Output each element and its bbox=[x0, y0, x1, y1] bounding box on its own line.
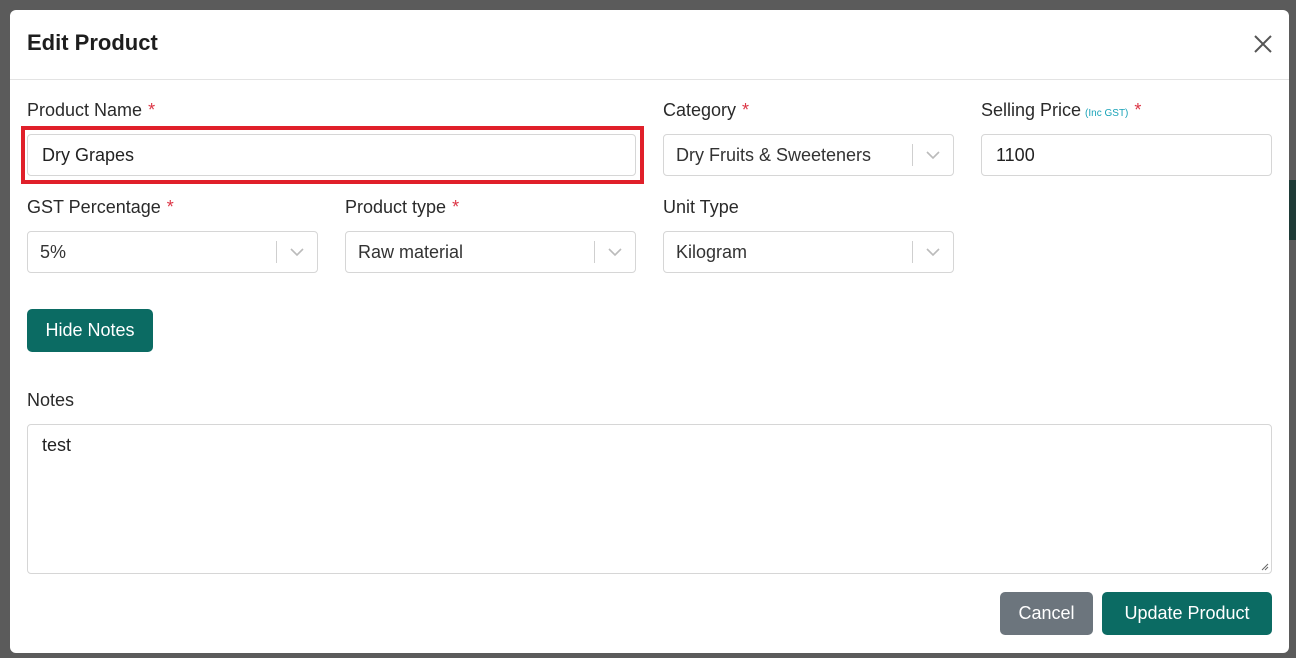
product-type-select[interactable]: Raw material bbox=[345, 231, 636, 273]
required-mark: * bbox=[742, 100, 750, 120]
chevron-down-icon[interactable] bbox=[607, 245, 623, 259]
product-type-label: Product type * bbox=[345, 197, 459, 218]
cancel-button[interactable]: Cancel bbox=[1000, 592, 1093, 635]
product-name-label-text: Product Name bbox=[27, 100, 143, 120]
chevron-down-icon[interactable] bbox=[289, 245, 305, 259]
unit-type-selected-value: Kilogram bbox=[676, 242, 748, 262]
required-mark: * bbox=[452, 197, 460, 217]
update-product-button[interactable]: Update Product bbox=[1102, 592, 1272, 635]
notes-label: Notes bbox=[27, 390, 75, 410]
gst-percentage-label-text: GST Percentage bbox=[27, 197, 161, 217]
selling-price-value: 1100 bbox=[996, 145, 1035, 165]
notes-value: test bbox=[42, 435, 72, 455]
unit-type-select[interactable]: Kilogram bbox=[663, 231, 954, 273]
highlight-box bbox=[21, 126, 644, 184]
required-mark: * bbox=[148, 100, 156, 120]
required-mark: * bbox=[166, 197, 174, 217]
product-type-label-text: Product type bbox=[345, 197, 447, 217]
category-select[interactable]: Dry Fruits & Sweeteners bbox=[663, 134, 954, 176]
unit-type-label-text: Unit Type bbox=[663, 197, 739, 217]
select-separator bbox=[594, 241, 595, 263]
inc-gst-note: (Inc GST) bbox=[1085, 108, 1129, 119]
select-separator bbox=[912, 144, 913, 166]
chevron-down-icon[interactable] bbox=[925, 148, 941, 162]
required-mark: * bbox=[1134, 100, 1142, 120]
selling-price-label: Selling Price (Inc GST) * bbox=[981, 100, 1141, 121]
category-label-text: Category bbox=[663, 100, 737, 120]
notes-textarea[interactable]: test bbox=[27, 424, 1272, 574]
chevron-down-icon[interactable] bbox=[925, 245, 941, 259]
category-label: Category * bbox=[663, 100, 749, 121]
select-separator bbox=[912, 241, 913, 263]
product-name-label: Product Name * bbox=[27, 100, 155, 121]
selling-price-label-text: Selling Price bbox=[981, 100, 1082, 120]
edit-product-modal: Edit Product Product Name * Dry Grapes Ca… bbox=[10, 10, 1289, 653]
product-type-selected-value: Raw material bbox=[358, 242, 464, 262]
gst-percentage-label: GST Percentage * bbox=[27, 197, 174, 218]
hide-notes-button[interactable]: Hide Notes bbox=[27, 309, 153, 352]
selling-price-input[interactable]: 1100 bbox=[981, 134, 1272, 176]
gst-selected-value: 5% bbox=[40, 242, 67, 262]
close-icon[interactable] bbox=[1251, 32, 1275, 56]
select-separator bbox=[276, 241, 277, 263]
unit-type-label: Unit Type bbox=[663, 197, 739, 218]
modal-title: Edit Product bbox=[27, 30, 158, 55]
modal-header: Edit Product bbox=[10, 10, 1289, 80]
resize-handle-icon[interactable] bbox=[1259, 561, 1269, 571]
category-selected-value: Dry Fruits & Sweeteners bbox=[676, 145, 872, 165]
gst-percentage-select[interactable]: 5% bbox=[27, 231, 318, 273]
